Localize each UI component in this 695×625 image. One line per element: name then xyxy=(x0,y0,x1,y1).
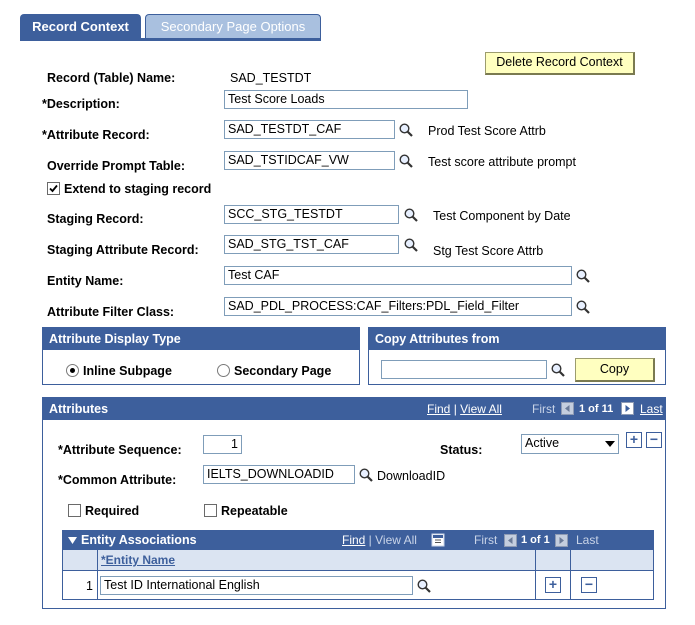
inline-subpage-radio[interactable] xyxy=(66,364,79,377)
secondary-page-radio[interactable] xyxy=(217,364,230,377)
copy-attributes-lookup-icon[interactable] xyxy=(550,362,566,378)
override-prompt-input[interactable]: SAD_TSTIDCAF_VW xyxy=(224,151,395,170)
repeatable-checkbox[interactable] xyxy=(204,504,217,517)
required-label: Required xyxy=(85,504,140,518)
description-input[interactable]: Test Score Loads xyxy=(224,90,468,109)
copy-button[interactable]: Copy xyxy=(575,358,655,382)
staging-record-label: Staging Record: xyxy=(47,212,144,226)
common-attribute-desc: DownloadID xyxy=(377,469,446,483)
collapse-triangle-icon[interactable] xyxy=(68,537,77,544)
entity-find-link[interactable]: Find xyxy=(342,533,365,547)
column-divider-2 xyxy=(570,571,571,599)
common-attribute-input[interactable]: IELTS_DOWNLOADID xyxy=(203,465,355,484)
required-checkbox[interactable] xyxy=(68,504,81,517)
attribute-record-desc: Prod Test Score Attrb xyxy=(428,124,546,138)
tab-record-context[interactable]: Record Context xyxy=(20,14,141,39)
tab-underline xyxy=(20,38,321,41)
common-attribute-lookup-icon[interactable] xyxy=(358,467,374,483)
attributes-delete-row-button[interactable]: − xyxy=(646,432,662,448)
repeatable-label: Repeatable xyxy=(221,504,288,518)
checkmark-icon xyxy=(49,184,58,193)
attribute-sequence-label: *Attribute Sequence: xyxy=(58,443,182,457)
staging-attr-desc: Stg Test Score Attrb xyxy=(433,244,544,258)
attribute-display-type-group: Attribute Display Type Inline Subpage Se… xyxy=(42,327,360,385)
chevron-down-icon xyxy=(605,441,615,447)
override-prompt-label: Override Prompt Table: xyxy=(47,159,185,173)
attributes-nav: Find | View All xyxy=(427,398,502,420)
entity-name-column-header[interactable]: *Entity Name xyxy=(101,553,175,567)
attributes-first-label[interactable]: First xyxy=(532,398,555,420)
attributes-last-link[interactable]: Last xyxy=(640,398,663,420)
grid-popup-icon[interactable] xyxy=(431,533,445,547)
entity-associations-grid: Entity Associations Find | View All Firs… xyxy=(62,530,654,600)
attribute-record-label: *Attribute Record: xyxy=(42,128,150,142)
entity-first-label[interactable]: First xyxy=(474,531,497,550)
entity-associations-header: Entity Associations Find | View All Firs… xyxy=(63,531,653,550)
record-name-value: SAD_TESTDT xyxy=(230,71,312,85)
staging-attr-label: Staging Attribute Record: xyxy=(47,243,199,257)
attribute-sequence-input[interactable]: 1 xyxy=(203,435,242,454)
column-divider xyxy=(535,550,536,570)
secondary-page-label: Secondary Page xyxy=(234,364,332,378)
entity-last-label[interactable]: Last xyxy=(576,531,599,550)
row-number-column-header xyxy=(63,550,98,570)
table-row: 1 Test ID International English + − xyxy=(63,571,653,599)
tab-secondary-page-options[interactable]: Secondary Page Options xyxy=(145,14,321,39)
attributes-view-all-link[interactable]: View All xyxy=(460,402,502,416)
attribute-display-type-header: Attribute Display Type xyxy=(43,328,359,350)
entity-view-all-label[interactable]: View All xyxy=(375,533,417,547)
extend-staging-label: Extend to staging record xyxy=(64,182,212,196)
entity-name-lookup-icon[interactable] xyxy=(575,268,591,284)
inline-subpage-label: Inline Subpage xyxy=(83,364,172,378)
description-label: *Description: xyxy=(42,97,120,111)
delete-record-context-button[interactable]: Delete Record Context xyxy=(485,52,635,75)
entity-counter: 1 of 1 xyxy=(521,534,550,546)
copy-attributes-header: Copy Attributes from xyxy=(369,328,665,350)
entity-row-input[interactable]: Test ID International English xyxy=(100,576,413,595)
extend-staging-checkbox[interactable] xyxy=(47,182,60,195)
staging-attr-input[interactable]: SAD_STG_TST_CAF xyxy=(224,235,399,254)
filter-class-lookup-icon[interactable] xyxy=(575,299,591,315)
copy-attributes-group: Copy Attributes from Copy xyxy=(368,327,666,385)
staging-record-lookup-icon[interactable] xyxy=(403,207,419,223)
entity-next-icon[interactable] xyxy=(555,534,568,547)
attribute-record-input[interactable]: SAD_TESTDT_CAF xyxy=(224,120,395,139)
attributes-group: Attributes Find | View All First 1 of 11… xyxy=(42,397,666,609)
staging-record-input[interactable]: SCC_STG_TESTDT xyxy=(224,205,399,224)
override-prompt-lookup-icon[interactable] xyxy=(398,153,414,169)
status-label: Status: xyxy=(440,443,483,457)
entity-row-lookup-icon[interactable] xyxy=(416,578,432,594)
attributes-title: Attributes xyxy=(49,402,109,416)
record-name-label: Record (Table) Name: xyxy=(47,71,176,85)
entity-name-input[interactable]: Test CAF xyxy=(224,266,572,285)
filter-class-label: Attribute Filter Class: xyxy=(47,305,175,319)
entity-prev-icon[interactable] xyxy=(504,534,517,547)
entity-name-label: Entity Name: xyxy=(47,274,124,288)
attributes-next-icon[interactable] xyxy=(621,402,634,415)
entity-separator: | xyxy=(365,533,376,547)
status-select-value: Active xyxy=(525,436,560,450)
attributes-find-link[interactable]: Find xyxy=(427,402,450,416)
column-divider-2 xyxy=(570,550,571,570)
attributes-header: Attributes Find | View All First 1 of 11… xyxy=(43,398,665,420)
attributes-prev-icon[interactable] xyxy=(561,402,574,415)
attributes-add-row-button[interactable]: + xyxy=(626,432,642,448)
override-prompt-desc: Test score attribute prompt xyxy=(428,155,576,169)
entity-delete-row-button[interactable]: − xyxy=(581,577,597,593)
attribute-record-lookup-icon[interactable] xyxy=(398,122,414,138)
attributes-counter: 1 of 11 xyxy=(579,403,614,415)
row-number-cell: 1 xyxy=(63,571,98,599)
row-number: 1 xyxy=(86,579,93,593)
entity-add-row-button[interactable]: + xyxy=(545,577,561,593)
entity-associations-nav: Find | View All xyxy=(342,531,417,550)
common-attribute-label: *Common Attribute: xyxy=(58,473,177,487)
status-select[interactable]: Active xyxy=(521,434,619,454)
entity-associations-title: Entity Associations xyxy=(81,533,197,547)
filter-class-input[interactable]: SAD_PDL_PROCESS:CAF_Filters:PDL_Field_Fi… xyxy=(224,297,572,316)
entity-column-header-row: *Entity Name xyxy=(63,550,653,571)
copy-attributes-input[interactable] xyxy=(381,360,547,379)
staging-record-desc: Test Component by Date xyxy=(433,209,571,223)
staging-attr-lookup-icon[interactable] xyxy=(403,237,419,253)
column-divider xyxy=(535,571,536,599)
